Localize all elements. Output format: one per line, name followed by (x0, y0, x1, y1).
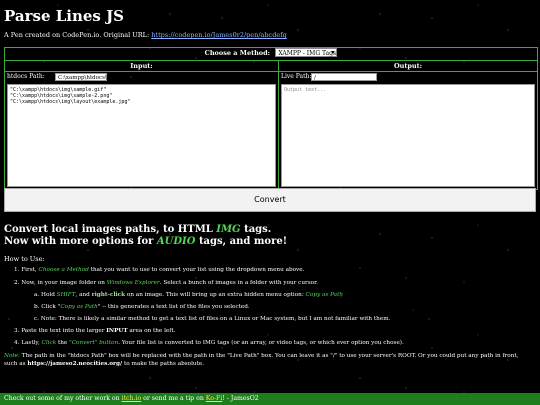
step-text: 2. Now, in your image folder on (14, 280, 105, 286)
step-text: 4. Lastly, (14, 340, 40, 346)
step-text: . Select a bunch of images in a folder w… (159, 280, 318, 286)
step-key: SHIFT (56, 292, 76, 298)
input-header: Input: (5, 61, 278, 72)
step-text: b. Click " (34, 304, 61, 310)
headline-text: Convert local images paths, to HTML (4, 224, 213, 235)
credit-text: A Pen created on CodePen.io. Original UR… (4, 31, 150, 39)
step-text: a. Hold (34, 292, 55, 298)
step-emphasis: Click (41, 340, 57, 346)
step-text: the (57, 340, 68, 346)
step-3: 3. Paste the text into the larger INPUT … (14, 327, 175, 337)
headline-text: tags, and more! (198, 236, 288, 247)
output-column: Output: Live Path: / Output text... (279, 61, 537, 189)
step-text: , and (75, 292, 90, 298)
step-text: . Your file list is converted to IMG tag… (118, 340, 404, 346)
method-label: Choose a Method: (204, 49, 271, 57)
footer-bar: Check out some of my other work on itch.… (0, 393, 540, 405)
footer-text: or send me a tip on (143, 395, 204, 402)
step-text: area on the left. (129, 328, 176, 334)
step-text: 1. First, (14, 267, 37, 273)
step-2c: c. Note: There is likely a similar metho… (34, 316, 391, 322)
kofi-link[interactable]: Ko-Fi (206, 395, 223, 402)
step-4: 4. Lastly, Click the "Convert" button. Y… (14, 339, 404, 349)
headline-emphasis: IMG (216, 224, 241, 235)
headline: Convert local images paths, to HTML IMG … (4, 224, 287, 248)
step-emphasis: "Convert" button (69, 340, 119, 346)
htdocs-path-input[interactable]: C:\xampp\htdocs\ (55, 73, 107, 81)
headline-emphasis: AUDIO (156, 236, 196, 247)
note-example-url: https://jameso2.neocities.org/ (27, 361, 123, 367)
headline-line-2: Now with more options for AUDIO tags, an… (4, 236, 287, 248)
step-2: 2. Now, in your image folder on Windows … (14, 279, 318, 289)
footer-text: ! - JamesO2 (222, 395, 259, 402)
how-to-use-heading: How to Use: (4, 255, 45, 263)
step-bold: right-click (91, 292, 126, 298)
step-text: on an image. This will bring up an extra… (126, 292, 304, 298)
output-placeholder: Output text... (284, 87, 327, 93)
step-text: that you want to use to convert your lis… (90, 267, 305, 273)
step-2b: b. Click "Copy as Path" -- this generate… (34, 303, 250, 313)
step-text: 3. Paste the text into the larger (14, 328, 105, 334)
output-header: Output: (279, 61, 537, 72)
converter-panel: Choose a Method: XAMPP - IMG Tags ▾ Inpu… (4, 47, 538, 190)
method-row: Choose a Method: XAMPP - IMG Tags ▾ (5, 47, 537, 61)
step-emphasis: Windows Explorer (106, 280, 160, 286)
step-emphasis: Choose a Method (38, 267, 89, 273)
live-path-row: Live Path: / (279, 72, 537, 83)
headline-line-1: Convert local images paths, to HTML IMG … (4, 224, 287, 236)
page-title: Parse Lines JS (4, 7, 124, 25)
itchio-link[interactable]: itch.io (122, 395, 142, 402)
input-textarea[interactable]: "C:\xampp\htdocs\img\sample.gif" "C:\xamp… (7, 84, 276, 187)
note-label: Note: (4, 353, 20, 359)
headline-text: tags. (244, 224, 272, 235)
convert-button[interactable]: Convert (4, 188, 536, 212)
step-emphasis: Copy as Path (305, 292, 344, 298)
chevron-down-icon: ▾ (331, 48, 335, 56)
input-line: "C:\xampp\htdocs\img\layout\example.jpg" (10, 99, 131, 105)
method-select[interactable]: XAMPP - IMG Tags ▾ (275, 47, 338, 57)
input-column: Input: htdocs Path: C:\xampp\htdocs\ "C:… (5, 61, 279, 189)
step-1: 1. First, Choose a Method that you want … (14, 266, 304, 276)
method-selected-value: XAMPP - IMG Tags (278, 49, 337, 57)
credit-line: A Pen created on CodePen.io. Original UR… (4, 31, 287, 39)
footer-text: Check out some of my other work on (4, 395, 120, 402)
live-path-label: Live Path: (281, 73, 312, 80)
output-textarea[interactable]: Output text... (281, 84, 535, 187)
htdocs-path-row: htdocs Path: C:\xampp\htdocs\ (5, 72, 278, 83)
note-text: to make the paths absolute. (123, 361, 205, 367)
step-emphasis: Copy as Path (60, 304, 98, 310)
step-text: " -- this generates a text list of the f… (97, 304, 250, 310)
step-2a: a. Hold SHIFT, and right-click on an ima… (34, 291, 343, 301)
codepen-link[interactable]: https://codepen.io/James0r2/pen/abcdefg (151, 31, 287, 39)
note-paragraph: Note: The path in the "htdocs Path" box … (4, 352, 524, 368)
htdocs-path-label: htdocs Path: (7, 73, 45, 80)
step-bold: INPUT (106, 328, 128, 334)
headline-text: Now with more options for (4, 236, 154, 247)
live-path-input[interactable]: / (311, 73, 377, 81)
